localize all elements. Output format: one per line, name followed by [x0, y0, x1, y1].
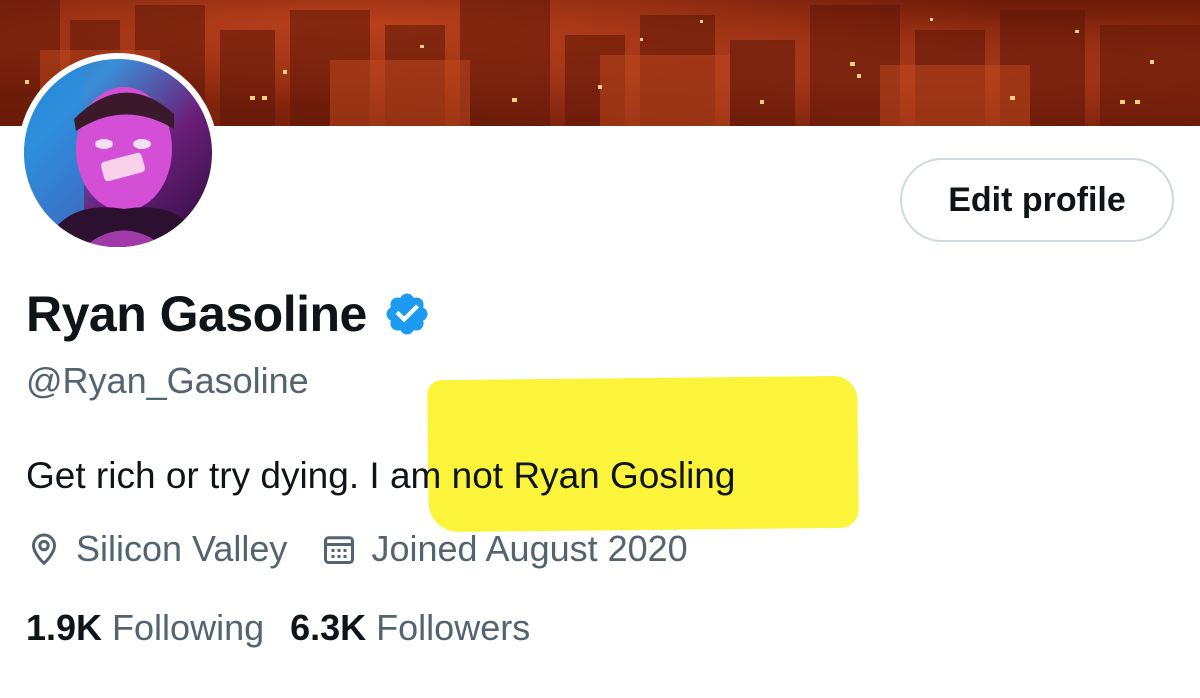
- location-item: Silicon Valley: [26, 528, 287, 570]
- calendar-icon: [324, 536, 355, 564]
- profile-page: Edit profile Ryan Gasoline @Ryan_Gasolin…: [0, 0, 1200, 698]
- followers-count: 6.3K: [290, 607, 367, 648]
- followers-label: Followers: [376, 607, 531, 648]
- following-label: Following: [112, 607, 265, 648]
- edit-profile-label: Edit profile: [948, 180, 1126, 219]
- follow-stats: 1.9K Following 6.3K Followers: [26, 606, 530, 650]
- avatar[interactable]: [18, 53, 218, 253]
- location-pin-icon: [31, 533, 57, 566]
- joined-text: Joined August 2020: [371, 528, 688, 569]
- profile-meta: Silicon Valley Joined August 2020: [26, 527, 688, 571]
- display-name: Ryan Gasoline: [26, 286, 367, 342]
- avatar-photo: [24, 59, 212, 247]
- edit-profile-button[interactable]: Edit profile: [900, 158, 1174, 242]
- verified-badge-icon[interactable]: [383, 290, 431, 338]
- name-row: Ryan Gasoline: [26, 282, 431, 346]
- bio-highlighted-text: I am not Ryan Gosling: [369, 455, 736, 496]
- joined-item: Joined August 2020: [321, 528, 688, 570]
- bio: Get rich or try dying. I am not Ryan Gos…: [26, 455, 735, 497]
- bio-text: Get rich or try dying.: [26, 455, 370, 496]
- user-handle: @Ryan_Gasoline: [26, 360, 309, 401]
- following-count: 1.9K: [26, 607, 103, 648]
- highlighter-mark: [427, 375, 859, 533]
- followers-link[interactable]: 6.3K Followers: [290, 607, 530, 649]
- following-link[interactable]: 1.9K Following: [26, 607, 264, 649]
- location-text: Silicon Valley: [76, 528, 288, 569]
